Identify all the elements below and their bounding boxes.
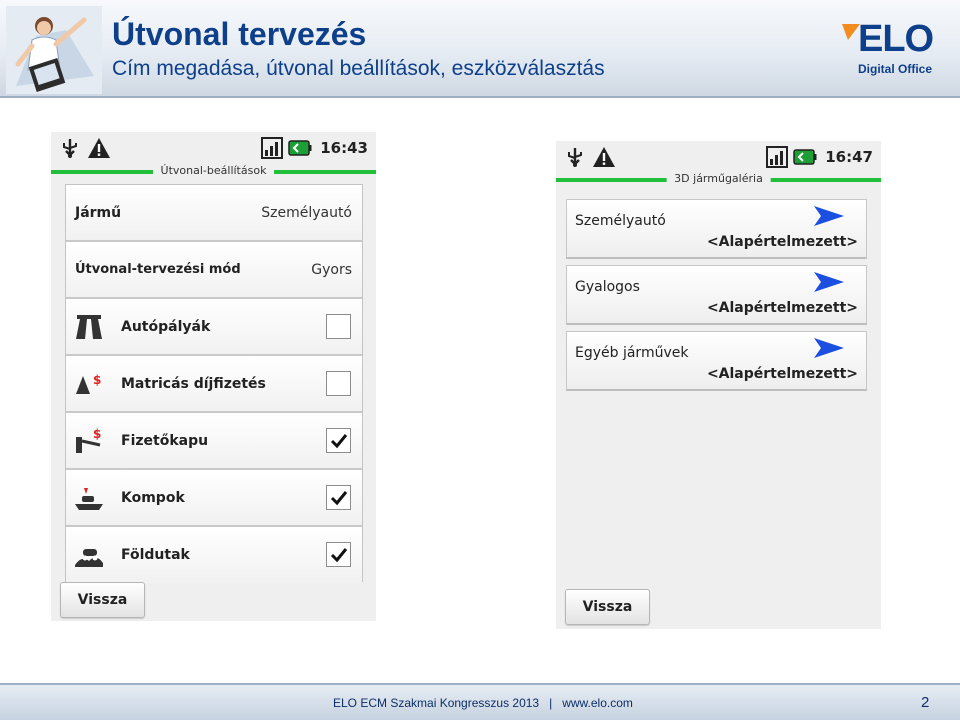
status-bar: 16:47 xyxy=(556,141,881,173)
setting-row-ferries[interactable]: Kompok xyxy=(66,470,362,527)
setting-row-highways[interactable]: Autópályák xyxy=(66,299,362,356)
checkmark-icon xyxy=(330,491,348,506)
status-bar: 16:43 xyxy=(51,132,376,164)
row-value: Gyors xyxy=(311,262,352,278)
gallery-item-value: <Alapértelmezett> xyxy=(706,234,858,250)
row-label: Jármű xyxy=(75,205,122,221)
presenter-illustration-icon xyxy=(6,6,102,94)
gallery-item-name: Személyautó xyxy=(575,213,666,229)
gallery-item-value: <Alapértelmezett> xyxy=(706,366,858,382)
right-arrow-icon xyxy=(814,338,844,358)
status-time: 16:43 xyxy=(320,139,368,157)
warning-icon xyxy=(88,138,110,158)
setting-row-route-mode[interactable]: Útvonal-tervezési mód Gyors xyxy=(66,242,362,299)
highway-icon xyxy=(76,315,102,339)
usb-icon xyxy=(568,148,582,167)
elo-logo: ELO Digital Office xyxy=(842,20,938,82)
right-arrow-icon xyxy=(814,272,844,292)
svg-text:$: $ xyxy=(93,427,101,441)
slide-header: Útvonal tervezés Cím megadása, útvonal b… xyxy=(0,0,960,98)
battery-icon xyxy=(288,140,312,156)
signal-strength-icon xyxy=(261,137,284,159)
gallery-item-name: Egyéb járművek xyxy=(575,345,689,361)
slide-footer: ELO ECM Szakmai Kongresszus 2013 | www.e… xyxy=(0,683,960,720)
highways-checkbox[interactable] xyxy=(326,314,351,339)
row-label: Autópályák xyxy=(121,319,211,335)
toll-gate-icon: $ xyxy=(76,427,101,453)
toll-sticker-icon: $ xyxy=(76,373,101,394)
usb-icon xyxy=(63,139,77,158)
row-label: Kompok xyxy=(121,490,185,506)
checkmark-icon xyxy=(330,434,348,449)
warning-icon xyxy=(593,147,615,167)
gallery-item-value: <Alapértelmezett> xyxy=(706,300,858,316)
ferries-checkbox[interactable] xyxy=(326,485,351,510)
setting-row-vignette-toll[interactable]: $ Matricás díjfizetés xyxy=(66,356,362,413)
toll-gate-checkbox[interactable] xyxy=(326,428,351,453)
logo-subtext: Digital Office xyxy=(858,62,933,76)
row-label: Fizetőkapu xyxy=(121,433,209,449)
slide-subtitle: Cím megadása, útvonal beállítások, eszkö… xyxy=(112,57,605,80)
route-settings-screen: 16:43 Útvonal-beállítások Jármű Személya… xyxy=(51,132,376,621)
logo-text: ELO xyxy=(858,18,934,60)
vehicle-gallery-screen: 16:47 3D járműgaléria Személyautó <Alapé… xyxy=(556,141,881,629)
back-button[interactable]: Vissza xyxy=(60,582,145,618)
screen-title-bar: Útvonal-beállítások xyxy=(51,164,376,178)
settings-list: Jármű Személyautó Útvonal-tervezési mód … xyxy=(65,184,363,584)
checkmark-icon xyxy=(330,548,348,563)
row-label: Útvonal-tervezési mód xyxy=(75,262,241,277)
ferry-icon xyxy=(75,488,103,510)
gallery-item-pedestrian[interactable]: Gyalogos <Alapértelmezett> xyxy=(566,265,867,325)
row-label: Földutak xyxy=(121,547,190,563)
dirt-roads-checkbox[interactable] xyxy=(326,542,351,567)
gallery-item-car[interactable]: Személyautó <Alapértelmezett> xyxy=(566,199,867,259)
status-time: 16:47 xyxy=(825,148,873,166)
right-arrow-icon xyxy=(814,206,844,226)
row-label: Matricás díjfizetés xyxy=(121,376,266,392)
dirt-road-icon xyxy=(75,549,103,567)
setting-row-toll-gate[interactable]: $ Fizetőkapu xyxy=(66,413,362,470)
screen-title-bar: 3D járműgaléria xyxy=(556,172,881,186)
battery-icon xyxy=(793,149,817,165)
gallery-item-other-vehicles[interactable]: Egyéb járművek <Alapértelmezett> xyxy=(566,331,867,391)
footer-text: ELO ECM Szakmai Kongresszus 2013 | www.e… xyxy=(333,696,633,710)
screen-title: 3D járműgaléria xyxy=(666,172,771,185)
back-button[interactable]: Vissza xyxy=(565,589,650,625)
slide-title: Útvonal tervezés xyxy=(112,16,367,52)
svg-text:$: $ xyxy=(93,373,101,387)
gallery-item-name: Gyalogos xyxy=(575,279,640,295)
screen-title: Útvonal-beállítások xyxy=(152,164,275,177)
vignette-toll-checkbox[interactable] xyxy=(326,371,351,396)
row-value: Személyautó xyxy=(261,205,352,221)
setting-row-dirt-roads[interactable]: Földutak xyxy=(66,527,362,584)
page-number: 2 xyxy=(921,694,930,711)
setting-row-vehicle[interactable]: Jármű Személyautó xyxy=(66,185,362,242)
signal-strength-icon xyxy=(766,146,789,168)
